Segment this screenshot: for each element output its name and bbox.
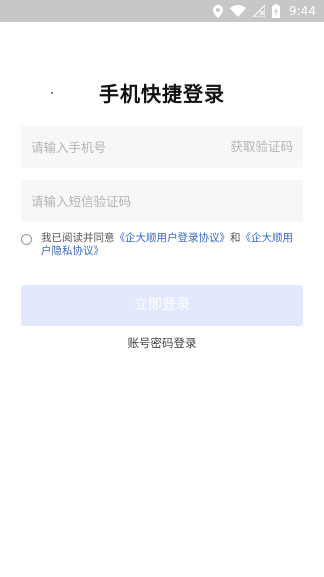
password-login-link[interactable]: 账号密码登录	[0, 335, 324, 351]
login-button[interactable]: 立即登录	[21, 285, 303, 326]
status-bar: 9:44	[0, 0, 324, 22]
location-icon	[213, 4, 224, 18]
status-time: 9:44	[289, 4, 316, 18]
phone-input[interactable]	[21, 126, 221, 168]
get-code-button[interactable]: 获取验证码	[230, 126, 293, 168]
page-title: 手机快捷登录	[99, 82, 225, 106]
battery-charging-icon	[272, 4, 281, 18]
signal-off-icon	[253, 5, 266, 17]
user-agreement-link[interactable]: 《企大顺用户登录协议》	[115, 232, 231, 244]
sms-code-field	[21, 180, 303, 222]
agreement-and: 和	[230, 232, 241, 244]
agreement-prefix: 我已阅读并同意	[41, 232, 115, 244]
agreement-text: 我已阅读并同意《企大顺用户登录协议》和《企大顺用户隐私协议》	[41, 232, 303, 258]
status-icons: 9:44	[213, 0, 316, 22]
phone-field: 获取验证码	[21, 126, 303, 168]
wifi-icon	[230, 5, 247, 17]
agreement-checkbox[interactable]	[21, 234, 32, 245]
sms-code-input[interactable]	[21, 180, 303, 222]
